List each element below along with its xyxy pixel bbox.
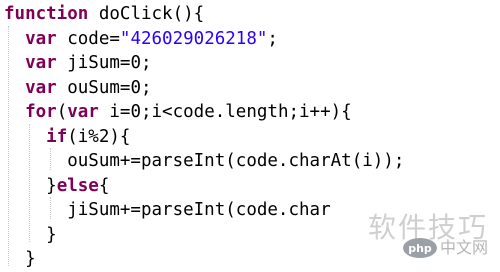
code-text: } [25,249,36,269]
indent-guide [8,26,9,266]
code-keyword: var [67,102,99,122]
code-text: } [46,175,57,196]
code-text: ouSum=0; [56,77,152,98]
code-text: doClick(){ [88,4,205,24]
code-text: ouSum+=parseInt(code.charAt(i)); [67,151,405,171]
code-string: "426029026218" [119,28,268,49]
code-line: jiSum+=parseInt(code.char [4,198,404,223]
code-keyword: for [25,102,57,122]
code-line: if(i%2){ [4,125,404,150]
code-line: ouSum+=parseInt(code.charAt(i)); [4,149,404,174]
code-text: (i%2){ [67,126,131,147]
code-line: for(var i=0;i<code.length;i++){ [4,100,404,125]
code-line: var code="426029026218"; [4,27,404,52]
indent-guide [50,148,51,170]
code-line: function doClick(){ [4,2,404,27]
code-line: }else{ [4,174,404,199]
code-text: jiSum+=parseInt(code.char [67,200,331,220]
code-text: i=0;i<code.length;i++){ [98,102,352,122]
code-line: var jiSum=0; [4,51,404,76]
code-keyword: else [56,175,99,196]
code-text: ; [267,28,278,49]
code-keyword: var [25,77,57,98]
code-line: var ouSum=0; [4,76,404,101]
indent-guide [29,124,30,242]
code-keyword: var [25,28,57,49]
php-logo-icon: php [403,238,437,258]
code-editor: function doClick(){ var code="4260290262… [4,2,404,272]
code-keyword: var [25,53,57,73]
code-keyword: function [4,4,89,24]
code-text: ( [56,102,68,122]
code-text: code= [56,28,120,49]
code-keyword: if [46,126,68,147]
php-site-watermark: 中文网 [440,238,489,257]
code-text: { [98,175,110,196]
code-text: } [46,224,57,245]
code-line: } [4,247,404,272]
code-line: } [4,223,404,248]
code-text: jiSum=0; [56,53,152,73]
indent-guide [50,197,51,219]
